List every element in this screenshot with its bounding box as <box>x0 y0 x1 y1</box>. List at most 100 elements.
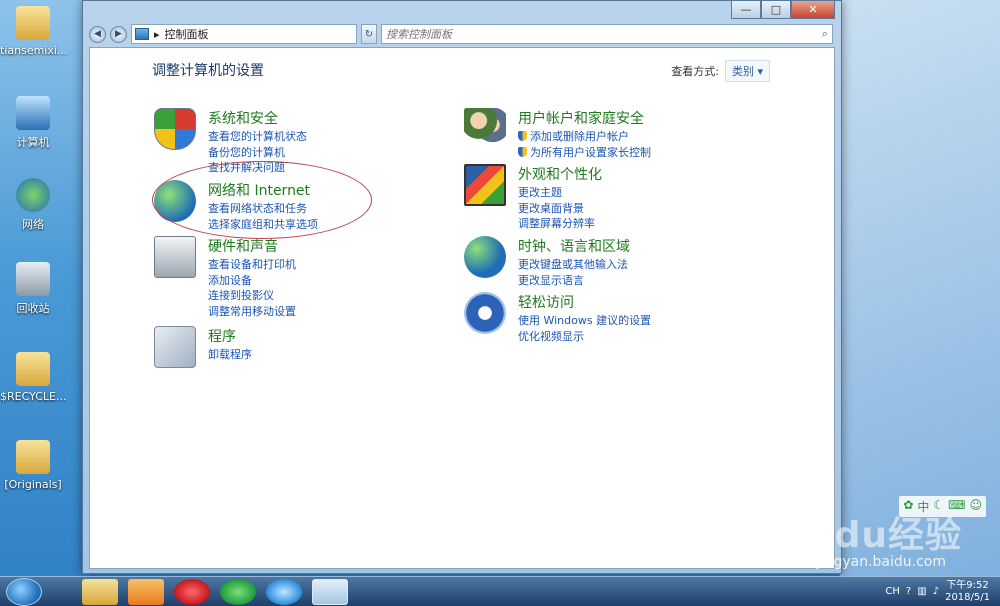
programs-icon[interactable] <box>154 326 196 368</box>
accessibility-icon[interactable] <box>464 292 506 334</box>
category-links: 添加或删除用户帐户 为所有用户设置家长控制 <box>518 129 651 160</box>
link-mobility-settings[interactable]: 调整常用移动设置 <box>208 304 296 320</box>
desktop-icon-user-folder[interactable]: tiansemixi... <box>0 6 67 57</box>
category-title[interactable]: 外观和个性化 <box>518 164 602 184</box>
clock-date: 2018/5/1 <box>945 591 990 603</box>
link-view-network-status[interactable]: 查看网络状态和任务 <box>208 201 318 217</box>
address-bar: ◀ ▶ ▸ 控制面板 ↻ ⌕ <box>89 23 833 45</box>
page-title: 调整计算机的设置 <box>152 63 264 79</box>
category-title[interactable]: 程序 <box>208 326 236 346</box>
desktop-icon-recycle-folder[interactable]: $RECYCLE... <box>0 352 66 403</box>
link-troubleshoot[interactable]: 查找并解决问题 <box>208 160 307 176</box>
category-links: 更改键盘或其他输入法 更改显示语言 <box>518 257 628 288</box>
folder-icon <box>16 6 50 40</box>
category-title[interactable]: 时钟、语言和区域 <box>518 236 630 256</box>
link-change-theme[interactable]: 更改主题 <box>518 185 595 201</box>
watermark-url: jingyan.baidu.com <box>816 554 946 570</box>
link-screen-resolution[interactable]: 调整屏幕分辨率 <box>518 216 595 232</box>
link-devices-printers[interactable]: 查看设备和打印机 <box>208 257 296 273</box>
network-tray-icon[interactable]: ▥ <box>917 586 926 597</box>
search-box[interactable]: ⌕ <box>381 24 833 44</box>
link-keyboard-input[interactable]: 更改键盘或其他输入法 <box>518 257 628 273</box>
link-text: 添加或删除用户帐户 <box>530 130 629 143</box>
back-button[interactable]: ◀ <box>89 25 106 43</box>
category-links: 使用 Windows 建议的设置 优化视频显示 <box>518 313 651 344</box>
network-icon <box>16 178 50 212</box>
link-uninstall-program[interactable]: 卸载程序 <box>208 347 252 363</box>
address-box[interactable]: ▸ 控制面板 <box>131 24 357 44</box>
search-input[interactable] <box>386 27 586 41</box>
link-optimize-display[interactable]: 优化视频显示 <box>518 329 651 345</box>
maximize-button[interactable]: □ <box>761 1 791 19</box>
control-panel-task[interactable] <box>312 578 348 605</box>
breadcrumb-separator: ▸ <box>154 27 160 41</box>
netease-music-icon[interactable] <box>174 578 210 605</box>
explorer-icon[interactable] <box>82 578 118 605</box>
category-links: 卸载程序 <box>208 347 252 363</box>
watermark-brand: Baidu经验 <box>767 515 962 556</box>
desktop-icon-label: 网络 <box>22 218 44 231</box>
users-icon[interactable] <box>464 108 506 150</box>
link-add-device[interactable]: 添加设备 <box>208 273 296 289</box>
desktop-icon-label: 计算机 <box>16 136 50 149</box>
category-links: 查看您的计算机状态 备份您的计算机 查找并解决问题 <box>208 129 307 176</box>
category-links: 查看网络状态和任务 选择家庭组和共享选项 <box>208 201 318 232</box>
folder-icon <box>16 352 50 386</box>
desktop-icon-originals[interactable]: [Originals] <box>0 440 66 491</box>
view-by-label: 查看方式: <box>671 65 719 78</box>
category-title[interactable]: 网络和 Internet <box>208 180 310 200</box>
category-title[interactable]: 用户帐户和家庭安全 <box>518 108 644 128</box>
minimize-button[interactable]: — <box>731 1 761 19</box>
close-button[interactable]: ✕ <box>791 1 835 19</box>
uac-shield-icon <box>518 131 527 141</box>
desktop-icon-network[interactable]: 网络 <box>0 178 66 232</box>
category-title[interactable]: 硬件和声音 <box>208 236 278 256</box>
clock[interactable]: 下午9:52 2018/5/1 <box>945 580 990 604</box>
refresh-button[interactable]: ↻ <box>361 24 377 44</box>
link-backup-computer[interactable]: 备份您的计算机 <box>208 145 307 161</box>
desktop-icon-recycle-bin[interactable]: 回收站 <box>0 262 66 316</box>
media-player-icon[interactable] <box>128 578 164 605</box>
baidu-watermark: ✿ 中 ☾ ⌨ ☺ Baidu经验 jingyan.baidu.com <box>752 496 992 580</box>
search-icon[interactable]: ⌕ <box>822 27 828 41</box>
uac-shield-icon <box>518 146 527 157</box>
link-desktop-background[interactable]: 更改桌面背景 <box>518 201 595 217</box>
recycle-bin-icon <box>16 262 50 296</box>
link-connect-projector[interactable]: 连接到投影仪 <box>208 288 296 304</box>
link-parental-controls[interactable]: 为所有用户设置家长控制 <box>518 145 651 161</box>
printer-icon[interactable] <box>154 236 196 278</box>
link-homegroup-sharing[interactable]: 选择家庭组和共享选项 <box>208 217 318 233</box>
help-icon[interactable]: ? <box>906 586 911 597</box>
taskbar-apps <box>82 578 348 605</box>
link-add-remove-accounts[interactable]: 添加或删除用户帐户 <box>518 129 651 145</box>
shield-icon[interactable] <box>154 108 196 150</box>
view-by-dropdown[interactable]: 类别 ▾ <box>724 60 770 82</box>
user-icon: ☺ <box>969 498 982 512</box>
view-by: 查看方式: 类别 ▾ <box>671 60 770 82</box>
link-display-language[interactable]: 更改显示语言 <box>518 273 628 289</box>
network-globe-icon[interactable] <box>154 180 196 222</box>
desktop-icon-computer[interactable]: 计算机 <box>0 96 66 150</box>
monitor-icon[interactable] <box>464 164 506 206</box>
caption-buttons: — □ ✕ <box>731 1 835 19</box>
volume-icon[interactable]: ♪ <box>933 586 939 597</box>
control-panel-icon <box>135 28 149 40</box>
control-panel-window: — □ ✕ ◀ ▶ ▸ 控制面板 ↻ ⌕ 调整计算机的设置 查看方式: 类别 ▾… <box>82 0 842 574</box>
internet-explorer-icon[interactable] <box>266 578 302 605</box>
music-app-icon[interactable] <box>220 578 256 605</box>
language-indicator[interactable]: CH <box>885 586 900 597</box>
system-tray: CH ? ▥ ♪ 下午9:52 2018/5/1 <box>885 580 1000 604</box>
computer-icon <box>16 96 50 130</box>
category-title[interactable]: 轻松访问 <box>518 292 574 312</box>
category-links: 查看设备和打印机 添加设备 连接到投影仪 调整常用移动设置 <box>208 257 296 319</box>
folder-icon <box>16 440 50 474</box>
start-button[interactable] <box>6 577 42 606</box>
forward-button[interactable]: ▶ <box>110 25 127 43</box>
link-view-computer-status[interactable]: 查看您的计算机状态 <box>208 129 307 145</box>
clock-time: 下午9:52 <box>946 579 989 591</box>
breadcrumb-control-panel[interactable]: 控制面板 <box>165 26 209 42</box>
clock-globe-icon[interactable] <box>464 236 506 278</box>
category-links: 更改主题 更改桌面背景 调整屏幕分辨率 <box>518 185 595 232</box>
category-title[interactable]: 系统和安全 <box>208 108 278 128</box>
link-windows-suggested-settings[interactable]: 使用 Windows 建议的设置 <box>518 313 651 329</box>
